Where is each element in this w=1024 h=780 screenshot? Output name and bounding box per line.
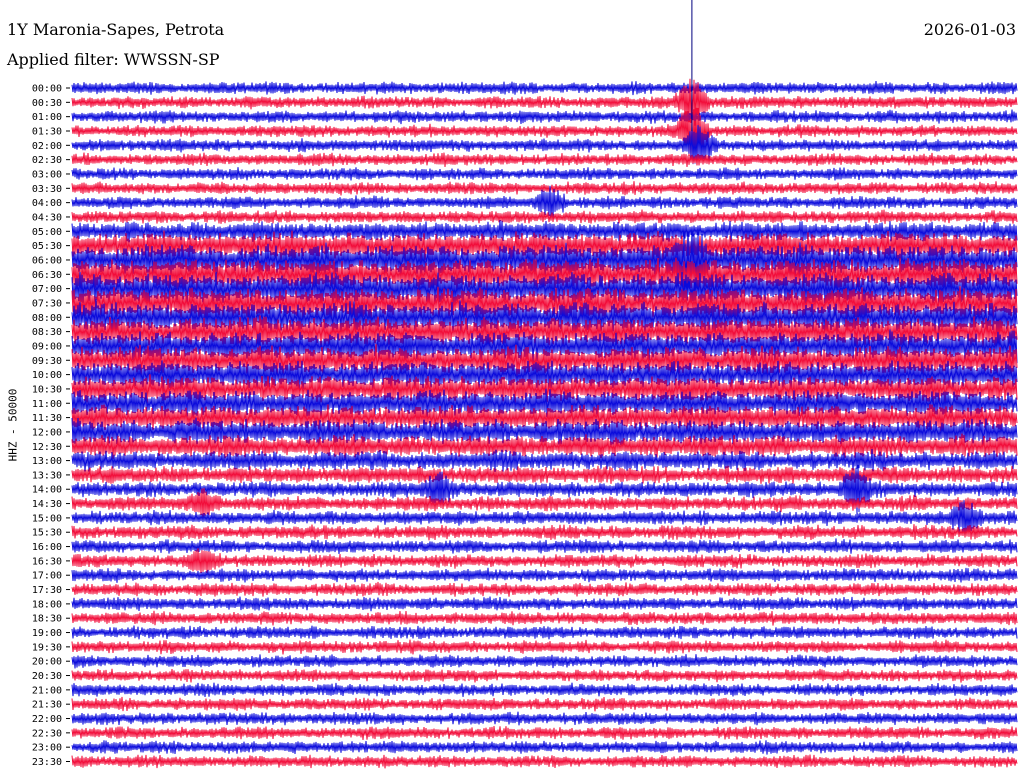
row-time-label: 03:00 — [32, 169, 62, 180]
seismic-trace-row — [71, 548, 1018, 574]
row-time-label: 21:30 — [32, 700, 62, 711]
row-time-label: 23:00 — [32, 743, 62, 754]
seismic-trace-row — [71, 465, 1018, 485]
row-time-label: 08:00 — [32, 313, 62, 324]
row-time-label: 14:30 — [32, 499, 62, 510]
seismic-trace-row — [71, 610, 1018, 626]
seismic-trace-row — [71, 711, 1018, 726]
seismic-trace-row — [71, 625, 1018, 640]
row-time-label: 20:30 — [32, 671, 62, 682]
seismic-trace-row — [71, 524, 1018, 541]
row-time-label: 19:30 — [32, 642, 62, 653]
seismic-trace-row — [71, 81, 1018, 96]
row-time-label: 01:00 — [32, 112, 62, 123]
row-time-label: 09:30 — [32, 356, 62, 367]
row-time-label: 19:00 — [32, 628, 62, 639]
row-time-label: 11:00 — [32, 399, 62, 410]
seismic-trace-row — [71, 654, 1018, 669]
row-time-label: 02:00 — [32, 141, 62, 152]
row-time-label: 16:30 — [32, 556, 62, 567]
row-time-label: 18:30 — [32, 614, 62, 625]
row-time-label: 23:30 — [32, 757, 62, 768]
row-time-label: 22:30 — [32, 728, 62, 739]
row-time-label: 10:30 — [32, 384, 62, 395]
seismic-trace-row — [71, 740, 1018, 755]
row-time-label: 09:00 — [32, 341, 62, 352]
seismic-trace-row — [71, 109, 1018, 125]
row-time-label: 18:00 — [32, 599, 62, 610]
row-time-label: 17:30 — [32, 585, 62, 596]
row-time-label: 22:00 — [32, 714, 62, 725]
seismic-trace-row — [71, 639, 1018, 655]
row-time-label: 02:30 — [32, 155, 62, 166]
row-time-label: 13:00 — [32, 456, 62, 467]
row-time-label: 21:00 — [32, 685, 62, 696]
seismic-trace-row — [71, 167, 1018, 181]
seismic-trace-row — [71, 696, 1018, 712]
row-time-label: 06:30 — [32, 270, 62, 281]
seismic-trace-row — [71, 725, 1018, 740]
row-time-label: 10:00 — [32, 370, 62, 381]
row-time-label: 06:00 — [32, 255, 62, 266]
row-time-label: 05:00 — [32, 227, 62, 238]
row-time-label: 05:30 — [32, 241, 62, 252]
row-time-label: 04:00 — [32, 198, 62, 209]
seismic-trace-row — [71, 754, 1018, 769]
row-time-label: 00:00 — [32, 84, 62, 95]
row-time-label: 15:30 — [32, 528, 62, 539]
seismic-trace-row — [71, 668, 1018, 683]
row-time-label: 08:30 — [32, 327, 62, 338]
seismogram-plot: 00:00 00:30 01:00 01:30 02:00 02:30 03:00 03:30… — [32, 0, 1018, 769]
row-time-label: 17:00 — [32, 571, 62, 582]
row-time-label: 04:30 — [32, 212, 62, 223]
seismic-trace-row — [71, 538, 1018, 555]
seismic-trace-row — [71, 152, 1018, 168]
row-time-label: 13:30 — [32, 470, 62, 481]
seismic-trace-row — [71, 581, 1018, 597]
row-time-label: 16:00 — [32, 542, 62, 553]
row-time-label: 15:00 — [32, 513, 62, 524]
row-time-label: 12:30 — [32, 442, 62, 453]
row-time-label: 12:00 — [32, 427, 62, 438]
row-time-label: 11:30 — [32, 413, 62, 424]
row-time-label: 20:00 — [32, 657, 62, 668]
row-time-label: 01:30 — [32, 126, 62, 137]
row-time-label: 14:00 — [32, 485, 62, 496]
seismic-trace-row — [71, 567, 1018, 583]
row-time-label: 07:00 — [32, 284, 62, 295]
seismic-trace-row — [71, 682, 1018, 697]
seismic-trace-row — [71, 596, 1018, 612]
row-time-label: 00:30 — [32, 98, 62, 109]
row-time-label: 03:30 — [32, 184, 62, 195]
row-time-label: 07:30 — [32, 298, 62, 309]
